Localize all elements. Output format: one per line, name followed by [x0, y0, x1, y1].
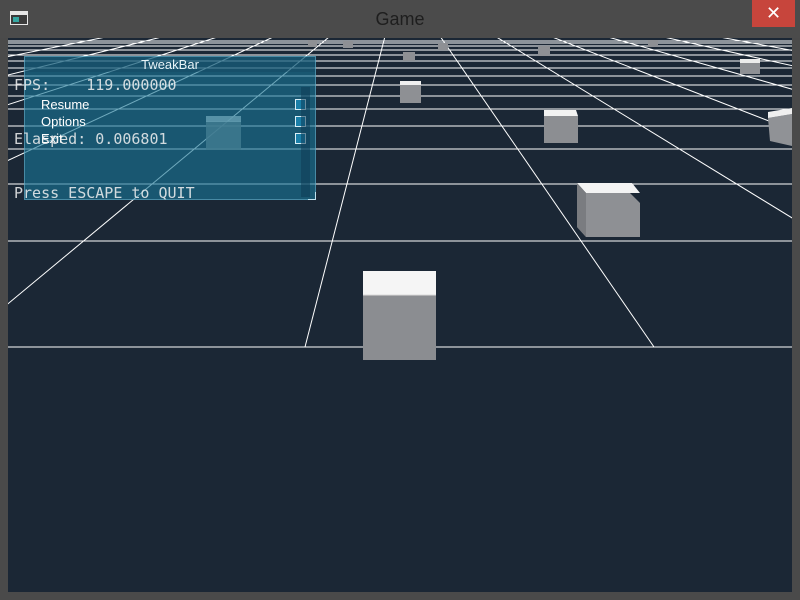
hud-overlay: FPS: 119.000000 Elasped: 0.006801 Press … [14, 40, 195, 238]
title-bar: Game ✕ [0, 0, 800, 38]
cube [538, 46, 550, 56]
cube [400, 81, 421, 103]
tweakbar-scrollbar[interactable] [301, 87, 310, 197]
close-button[interactable]: ✕ [752, 0, 795, 27]
cube [740, 59, 760, 74]
cube [403, 52, 415, 61]
cube [577, 183, 640, 237]
cube [648, 40, 658, 47]
cube [438, 43, 448, 50]
cube [363, 271, 436, 360]
hud-elapsed: Elasped: 0.006801 [14, 130, 168, 148]
cube [768, 108, 792, 146]
hud-fps: FPS: 119.000000 [14, 76, 177, 94]
game-viewport[interactable]: TweakBar Resume Options Exit FPS: 119.00… [8, 38, 792, 592]
cube [308, 40, 317, 47]
hud-quit-hint: Press ESCAPE to QUIT [14, 184, 195, 202]
resize-handle-icon[interactable] [308, 192, 316, 200]
cube [343, 41, 353, 48]
window-title: Game [375, 9, 425, 29]
cube [544, 110, 578, 143]
